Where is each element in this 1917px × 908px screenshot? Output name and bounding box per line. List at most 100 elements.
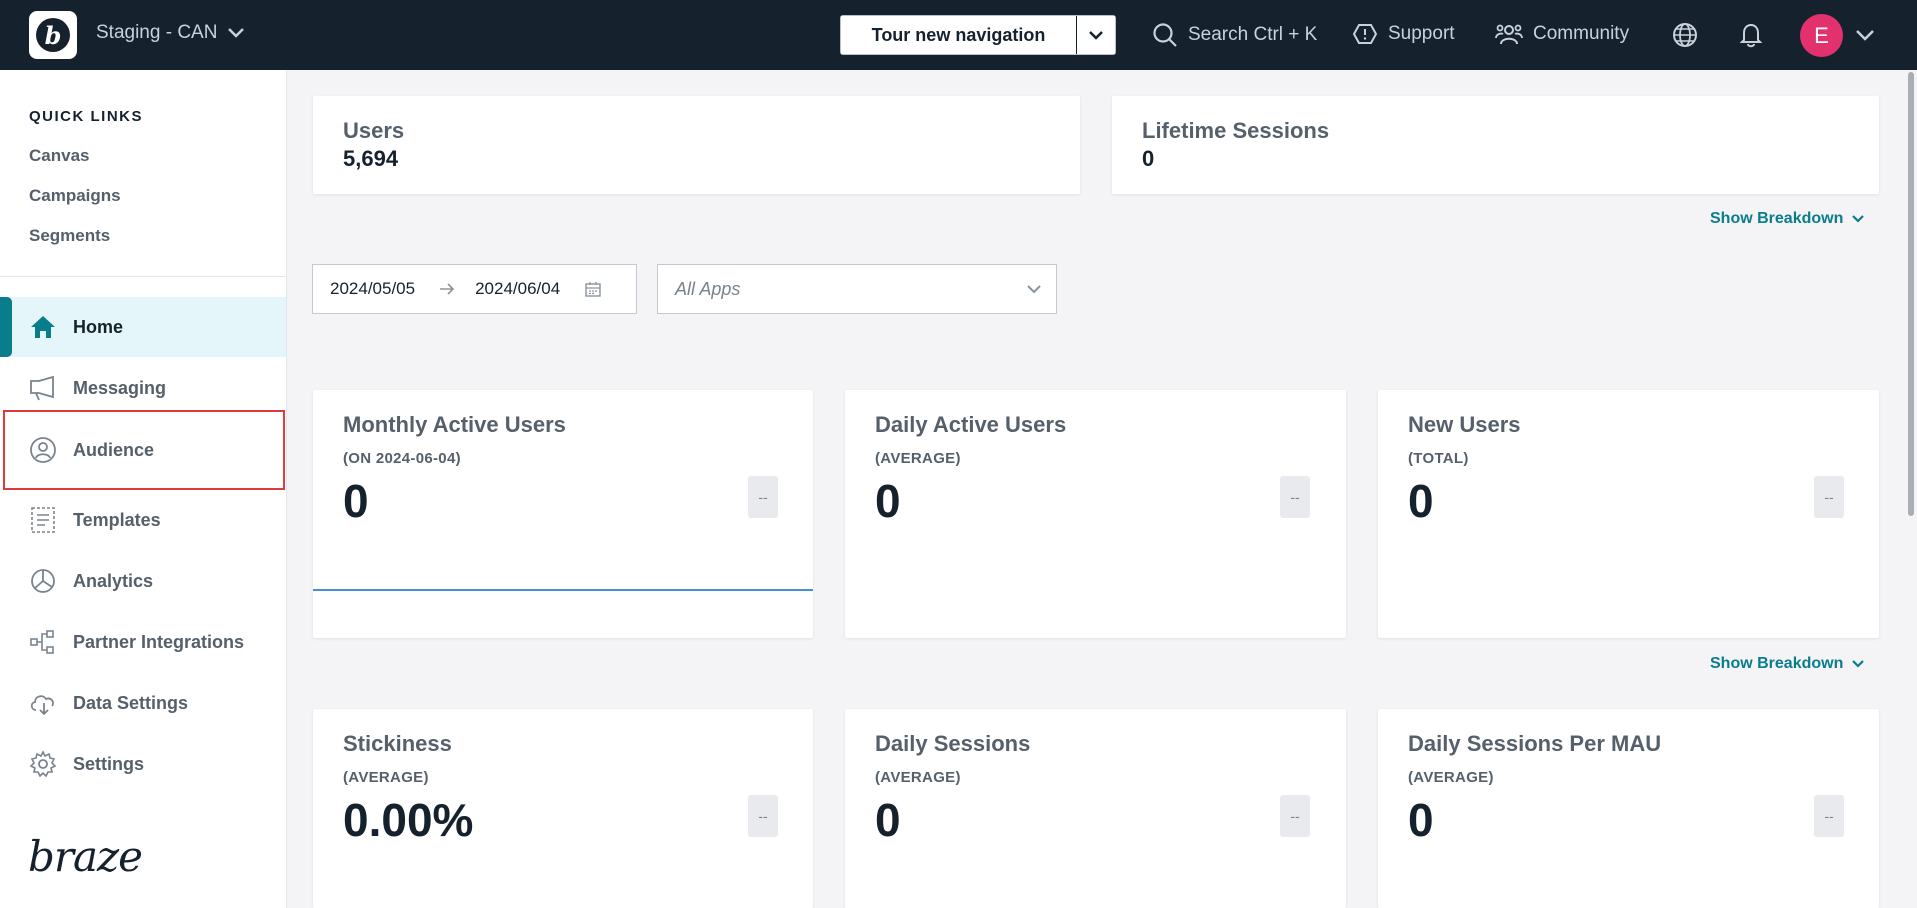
support-icon (1352, 24, 1378, 44)
sidebar-item-messaging[interactable]: Messaging (0, 358, 286, 418)
app-selector-dropdown[interactable]: All Apps (657, 264, 1057, 314)
support-button[interactable]: Support (1352, 22, 1455, 46)
community-label: Community (1533, 23, 1630, 44)
metric-subtitle: (AVERAGE) (875, 450, 961, 467)
metric-card-daily-sessions-per-mau: Daily Sessions Per MAU (AVERAGE) 0 -- (1378, 709, 1879, 908)
users-value: 5,694 (343, 146, 399, 171)
sidebar-item-data-settings[interactable]: Data Settings (0, 673, 286, 733)
metric-trend-line (313, 589, 813, 591)
arrow-right-icon (440, 283, 455, 295)
metric-card-stickiness: Stickiness (AVERAGE) 0.00% -- (313, 709, 813, 908)
sidebar-item-label: Data Settings (73, 692, 189, 713)
metric-change-badge: -- (1280, 795, 1310, 837)
metric-value: 0 (875, 475, 901, 527)
date-range-picker[interactable]: 2024/05/05 2024/06/04 (312, 264, 637, 314)
cloud-icon (29, 689, 57, 717)
integrations-icon (29, 628, 57, 656)
tour-dropdown-button[interactable] (1077, 16, 1115, 54)
chevron-down-icon (1089, 31, 1103, 40)
sidebar-item-label: Audience (73, 439, 155, 460)
community-button[interactable]: Community (1495, 22, 1629, 46)
tour-new-navigation-button[interactable]: Tour new navigation (841, 16, 1077, 54)
workspace-name: Staging - CAN (96, 22, 218, 43)
user-circle-icon (29, 436, 57, 464)
vertical-scrollbar[interactable] (1908, 72, 1914, 516)
home-icon (29, 313, 57, 341)
search-icon (1153, 23, 1177, 47)
quick-link-segments[interactable]: Segments (29, 226, 110, 246)
chevron-down-icon (1852, 660, 1865, 668)
chevron-down-icon[interactable] (1852, 22, 1878, 48)
sidebar: QUICK LINKS Canvas Campaigns Segments Ho… (0, 70, 287, 908)
metric-value: 0 (875, 794, 901, 846)
sidebar-item-settings[interactable]: Settings (0, 734, 286, 794)
sidebar-item-label: Analytics (73, 570, 154, 591)
support-label: Support (1388, 23, 1455, 44)
sidebar-item-label: Partner Integrations (73, 631, 245, 652)
quick-link-campaigns[interactable]: Campaigns (29, 186, 121, 206)
search-label: Search Ctrl + K (1188, 24, 1318, 45)
show-breakdown-label: Show Breakdown (1710, 655, 1844, 672)
metric-value: 0 (1408, 794, 1434, 846)
metric-title: Daily Sessions (875, 731, 1031, 756)
language-globe-icon[interactable] (1671, 21, 1699, 49)
metric-title: Daily Active Users (875, 412, 1067, 437)
megaphone-icon (29, 374, 57, 402)
sidebar-divider (0, 276, 286, 277)
workspace-selector[interactable]: Staging - CAN (96, 22, 245, 44)
metric-change-badge: -- (1814, 476, 1844, 518)
lifetime-sessions-label: Lifetime Sessions (1142, 118, 1330, 143)
start-date[interactable]: 2024/05/05 (330, 279, 415, 299)
metric-change-badge: -- (1280, 476, 1310, 518)
metric-card-monthly-active-users: Monthly Active Users (ON 2024-06-04) 0 -… (313, 390, 813, 638)
sidebar-item-templates[interactable]: Templates (0, 490, 286, 550)
quick-links-title: QUICK LINKS (29, 108, 143, 125)
quick-link-canvas[interactable]: Canvas (29, 146, 89, 166)
app-selector-placeholder: All Apps (675, 278, 741, 299)
show-breakdown-link[interactable]: Show Breakdown (1710, 210, 1865, 228)
lifetime-sessions-card: Lifetime Sessions 0 (1112, 96, 1879, 194)
tour-navigation-group: Tour new navigation (840, 15, 1116, 55)
metric-title: New Users (1408, 412, 1521, 437)
notifications-bell-icon[interactable] (1737, 21, 1765, 49)
sidebar-item-analytics[interactable]: Analytics (0, 551, 286, 611)
show-breakdown-label: Show Breakdown (1710, 210, 1844, 227)
braze-wordmark-logo: braze (28, 832, 143, 881)
lifetime-sessions-value: 0 (1142, 146, 1155, 171)
metric-change-badge: -- (748, 795, 778, 837)
show-breakdown-link[interactable]: Show Breakdown (1710, 655, 1865, 673)
metric-value: 0.00% (343, 794, 474, 846)
metric-title: Daily Sessions Per MAU (1408, 731, 1662, 756)
gear-icon (29, 750, 57, 778)
metric-change-badge: -- (1814, 795, 1844, 837)
metric-change-badge: -- (748, 476, 778, 518)
sidebar-item-partner-integrations[interactable]: Partner Integrations (0, 612, 286, 672)
sidebar-item-label: Messaging (73, 377, 167, 398)
metric-subtitle: (TOTAL) (1408, 450, 1469, 467)
metric-card-daily-sessions: Daily Sessions (AVERAGE) 0 -- (845, 709, 1346, 908)
metric-subtitle: (AVERAGE) (343, 769, 429, 786)
template-icon (29, 506, 57, 534)
top-navigation-bar: b Staging - CAN Tour new navigation Sear… (0, 0, 1917, 70)
users-label: Users (343, 118, 405, 143)
search-button[interactable]: Search Ctrl + K (1152, 22, 1317, 48)
metric-card-daily-active-users: Daily Active Users (AVERAGE) 0 -- (845, 390, 1346, 638)
sidebar-item-audience[interactable]: Audience (3, 410, 285, 490)
sidebar-item-home[interactable]: Home (0, 297, 286, 357)
chevron-down-icon (1852, 215, 1865, 223)
metric-subtitle: (AVERAGE) (875, 769, 961, 786)
metric-value: 0 (343, 475, 369, 527)
braze-logo-icon[interactable]: b (29, 11, 77, 59)
sidebar-item-label: Settings (73, 753, 145, 774)
metric-card-new-users: New Users (TOTAL) 0 -- (1378, 390, 1879, 638)
chevron-down-icon (1027, 285, 1041, 294)
sidebar-item-label: Home (73, 316, 124, 337)
community-icon (1495, 24, 1523, 45)
chevron-down-icon (228, 28, 245, 38)
end-date[interactable]: 2024/06/04 (475, 279, 560, 299)
user-avatar[interactable]: E (1800, 14, 1843, 57)
pie-chart-icon (29, 567, 57, 595)
sidebar-item-label: Templates (73, 509, 161, 530)
users-card: Users 5,694 (313, 96, 1080, 194)
metric-title: Stickiness (343, 731, 452, 756)
